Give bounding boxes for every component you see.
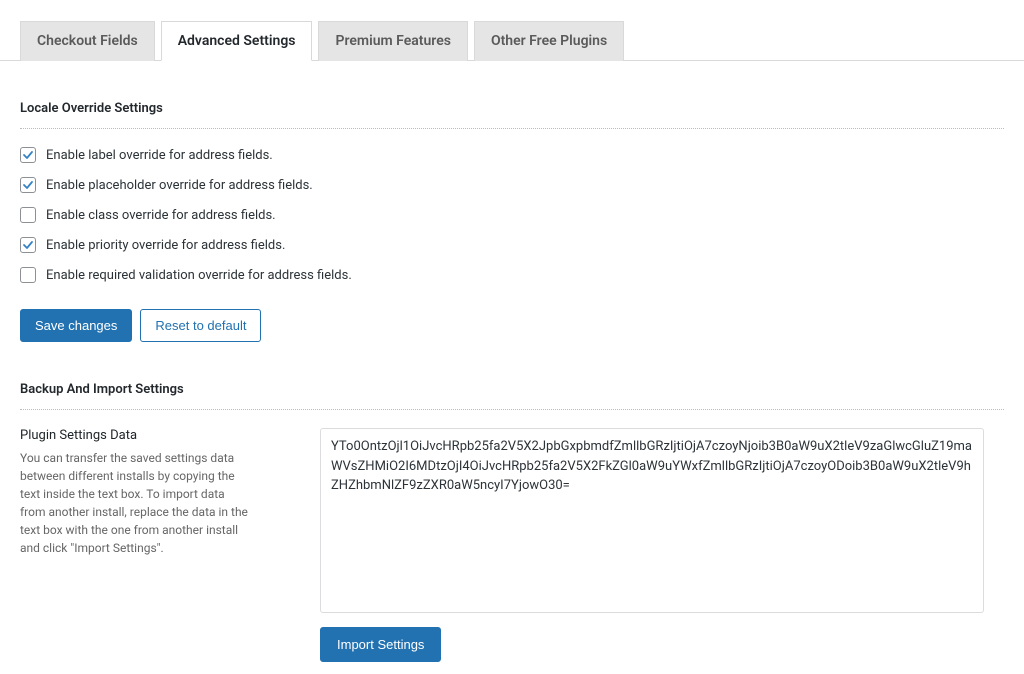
checkbox-label: Enable class override for address fields… bbox=[46, 208, 276, 223]
checkbox-class-override[interactable] bbox=[20, 207, 36, 223]
checkbox-label: Enable label override for address fields… bbox=[46, 148, 273, 163]
checkbox-placeholder-override[interactable] bbox=[20, 177, 36, 193]
import-settings-button[interactable]: Import Settings bbox=[320, 627, 441, 662]
tab-other-free-plugins[interactable]: Other Free Plugins bbox=[474, 21, 624, 61]
checkbox-row-required-override: Enable required validation override for … bbox=[20, 267, 1004, 283]
locale-override-heading: Locale Override Settings bbox=[20, 101, 1004, 116]
checkbox-label: Enable priority override for address fie… bbox=[46, 238, 285, 253]
checkbox-label: Enable placeholder override for address … bbox=[46, 178, 313, 193]
tab-premium-features[interactable]: Premium Features bbox=[318, 21, 467, 61]
checkbox-required-override[interactable] bbox=[20, 267, 36, 283]
tab-bar: Checkout Fields Advanced Settings Premiu… bbox=[0, 20, 1024, 61]
import-row: Import Settings bbox=[20, 627, 1004, 662]
backup-subheading: Plugin Settings Data bbox=[20, 428, 250, 443]
checkbox-row-label-override: Enable label override for address fields… bbox=[20, 147, 1004, 163]
checkbox-row-placeholder-override: Enable placeholder override for address … bbox=[20, 177, 1004, 193]
divider bbox=[20, 409, 1004, 410]
checkbox-row-priority-override: Enable priority override for address fie… bbox=[20, 237, 1004, 253]
reset-button[interactable]: Reset to default bbox=[140, 309, 261, 342]
checkbox-priority-override[interactable] bbox=[20, 237, 36, 253]
backup-help-column: Plugin Settings Data You can transfer th… bbox=[20, 428, 250, 557]
backup-row: Plugin Settings Data You can transfer th… bbox=[20, 428, 1004, 613]
save-button[interactable]: Save changes bbox=[20, 309, 132, 342]
checkbox-label: Enable required validation override for … bbox=[46, 268, 352, 283]
divider bbox=[20, 128, 1004, 129]
backup-import-section: Backup And Import Settings Plugin Settin… bbox=[0, 382, 1024, 662]
tab-advanced-settings[interactable]: Advanced Settings bbox=[161, 21, 313, 61]
settings-data-textarea[interactable] bbox=[320, 428, 984, 613]
backup-help-text: You can transfer the saved settings data… bbox=[20, 449, 250, 557]
checkbox-row-class-override: Enable class override for address fields… bbox=[20, 207, 1004, 223]
backup-import-heading: Backup And Import Settings bbox=[20, 382, 1004, 397]
checkbox-label-override[interactable] bbox=[20, 147, 36, 163]
locale-override-section: Locale Override Settings Enable label ov… bbox=[0, 101, 1024, 342]
tab-checkout-fields[interactable]: Checkout Fields bbox=[20, 21, 155, 61]
action-buttons: Save changes Reset to default bbox=[20, 309, 1004, 342]
